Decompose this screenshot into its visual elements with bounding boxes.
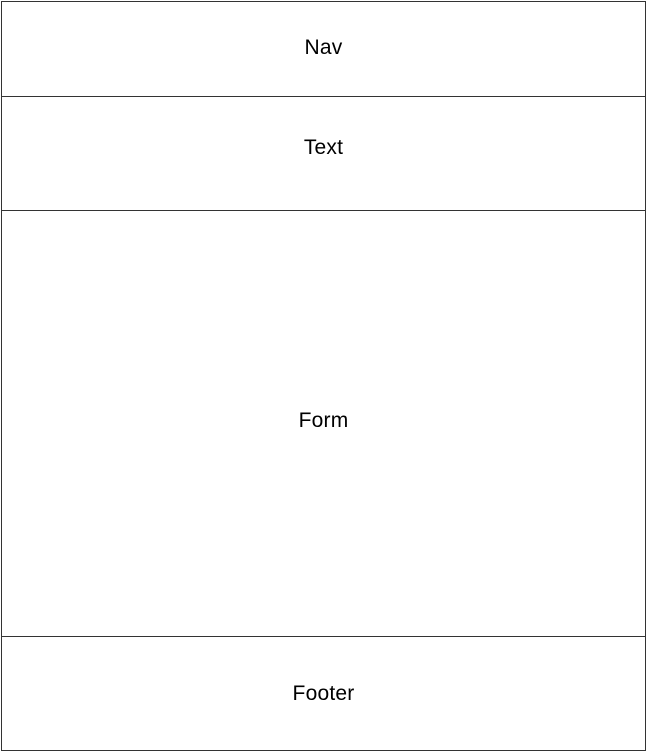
nav-section: Nav (1, 1, 646, 97)
nav-section-label: Nav (304, 35, 343, 59)
page-wireframe: Nav Text Form Footer (0, 0, 647, 751)
footer-section: Footer (1, 636, 646, 751)
footer-section-label: Footer (292, 682, 355, 705)
text-section-label: Text (303, 136, 344, 159)
form-section: Form (1, 210, 646, 637)
text-section: Text (1, 96, 646, 211)
form-section-label: Form (298, 409, 349, 432)
